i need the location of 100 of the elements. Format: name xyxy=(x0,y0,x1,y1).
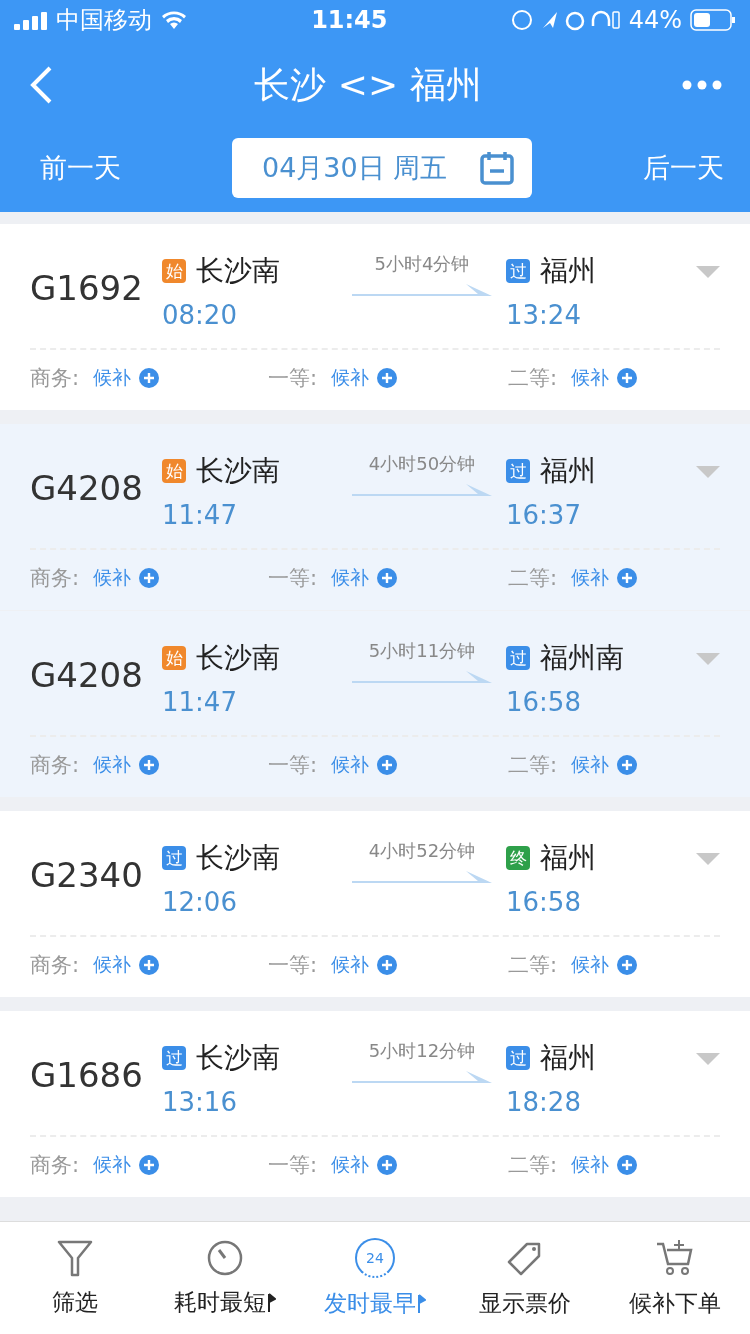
sort-flag-icon xyxy=(268,1292,276,1312)
previous-day-link[interactable]: 前一天 xyxy=(40,150,121,186)
back-icon[interactable] xyxy=(28,65,54,105)
travel-duration: 4小时52分钟 xyxy=(368,839,476,863)
carrier-name: 中国移动 xyxy=(56,5,152,36)
train-number: G1686 xyxy=(30,1055,144,1095)
calendar-icon xyxy=(480,151,514,185)
toolbar-tab[interactable]: 24 发时最早 xyxy=(300,1222,450,1334)
station-name: 福州 xyxy=(540,1040,596,1076)
arrival-time: 18:28 xyxy=(506,1087,582,1117)
station-name: 福州 xyxy=(540,840,596,876)
departure-time: 12:06 xyxy=(162,887,238,917)
seat-class: 商务: xyxy=(30,952,80,979)
arrow-icon xyxy=(352,1069,492,1085)
battery-icon xyxy=(690,9,736,31)
seat-class: 二等: xyxy=(508,1152,558,1179)
toolbar-tab[interactable]: 耗时最短 xyxy=(150,1222,300,1334)
waitlist-button[interactable]: 候补 xyxy=(331,952,398,978)
waitlist-button[interactable]: 候补 xyxy=(93,1152,160,1178)
caret-icon[interactable] xyxy=(696,466,720,480)
departure-time: 11:47 xyxy=(162,500,238,530)
station-name: 长沙南 xyxy=(196,840,280,876)
plus-icon xyxy=(139,755,160,775)
plus-icon xyxy=(377,755,398,775)
departure-time: 13:16 xyxy=(162,1087,238,1117)
timer-icon xyxy=(206,1238,244,1277)
sort-flag-icon xyxy=(418,1293,426,1313)
train-number: G4208 xyxy=(30,468,144,508)
station-badge: 终 xyxy=(506,846,530,870)
arrow-icon xyxy=(352,869,492,885)
wifi-icon xyxy=(160,10,188,30)
station-badge: 过 xyxy=(506,1046,530,1070)
caret-icon[interactable] xyxy=(696,1053,720,1067)
waitlist-button[interactable]: 候补 xyxy=(571,1152,638,1178)
date-picker[interactable]: 04月30日 周五 xyxy=(232,138,532,198)
waitlist-button[interactable]: 候补 xyxy=(331,565,398,591)
route-title: 长沙 <> 福州 xyxy=(254,62,482,107)
station-name: 长沙南 xyxy=(196,253,280,289)
waitlist-button[interactable]: 候补 xyxy=(571,565,638,591)
plus-icon xyxy=(617,1155,638,1175)
station-badge: 过 xyxy=(162,846,186,870)
more-icon[interactable] xyxy=(682,80,722,90)
train-number: G2340 xyxy=(30,855,144,895)
arrival-time: 16:37 xyxy=(506,500,582,530)
arrival-time: 13:24 xyxy=(506,300,582,330)
plus-icon xyxy=(377,1155,398,1175)
waitlist-button[interactable]: 候补 xyxy=(93,565,160,591)
station-name: 福州 xyxy=(540,453,596,489)
waitlist-button[interactable]: 候补 xyxy=(93,365,160,391)
seat-class: 一等: xyxy=(268,565,318,592)
train-number: G4208 xyxy=(30,655,144,695)
station-badge: 过 xyxy=(506,646,530,670)
waitlist-button[interactable]: 候补 xyxy=(331,1152,398,1178)
arrival-time: 16:58 xyxy=(506,687,582,717)
seat-class: 一等: xyxy=(268,365,318,392)
waitlist-button[interactable]: 候补 xyxy=(571,365,638,391)
seat-class: 商务: xyxy=(30,752,80,779)
waitlist-button[interactable]: 候补 xyxy=(93,952,160,978)
station-badge: 过 xyxy=(506,459,530,483)
toolbar-tab[interactable]: 显示票价 xyxy=(450,1222,600,1334)
waitlist-button[interactable]: 候补 xyxy=(571,752,638,778)
caret-icon[interactable] xyxy=(696,653,720,667)
travel-duration: 5小时4分钟 xyxy=(374,252,470,276)
plus-icon xyxy=(377,368,398,388)
caret-icon[interactable] xyxy=(696,853,720,867)
arrival-time: 16:58 xyxy=(506,887,582,917)
plus-icon xyxy=(377,568,398,588)
toolbar-tab[interactable]: 候补下单 xyxy=(600,1222,750,1334)
waitlist-button[interactable]: 候补 xyxy=(331,752,398,778)
station-name: 长沙南 xyxy=(196,1040,280,1076)
arrow-icon xyxy=(352,482,492,498)
waitlist-button[interactable]: 候补 xyxy=(331,365,398,391)
seat-class: 二等: xyxy=(508,952,558,979)
travel-duration: 4小时50分钟 xyxy=(368,452,476,476)
next-day-link[interactable]: 后一天 xyxy=(643,150,724,186)
seat-class: 一等: xyxy=(268,752,318,779)
station-name: 长沙南 xyxy=(196,640,280,676)
waitlist-button[interactable]: 候补 xyxy=(93,752,160,778)
station-name: 福州 xyxy=(540,253,596,289)
seat-class: 二等: xyxy=(508,752,558,779)
toolbar-tab[interactable]: 筛选 xyxy=(0,1222,150,1334)
plus-icon xyxy=(139,568,160,588)
plus-icon xyxy=(617,368,638,388)
seat-class: 二等: xyxy=(508,365,558,392)
seat-class: 商务: xyxy=(30,365,80,392)
seat-class: 二等: xyxy=(508,565,558,592)
travel-duration: 5小时12分钟 xyxy=(368,1039,476,1063)
plus-icon xyxy=(617,568,638,588)
plus-icon xyxy=(617,955,638,975)
arrow-icon xyxy=(352,669,492,685)
seat-class: 商务: xyxy=(30,1152,80,1179)
departure-time: 08:20 xyxy=(162,300,238,330)
waitlist-button[interactable]: 候补 xyxy=(571,952,638,978)
station-badge: 始 xyxy=(162,646,186,670)
seat-class: 商务: xyxy=(30,565,80,592)
plus-icon xyxy=(377,955,398,975)
plus-icon xyxy=(139,368,160,388)
caret-icon[interactable] xyxy=(696,266,720,280)
plus-icon xyxy=(139,1155,160,1175)
seat-class: 一等: xyxy=(268,952,318,979)
